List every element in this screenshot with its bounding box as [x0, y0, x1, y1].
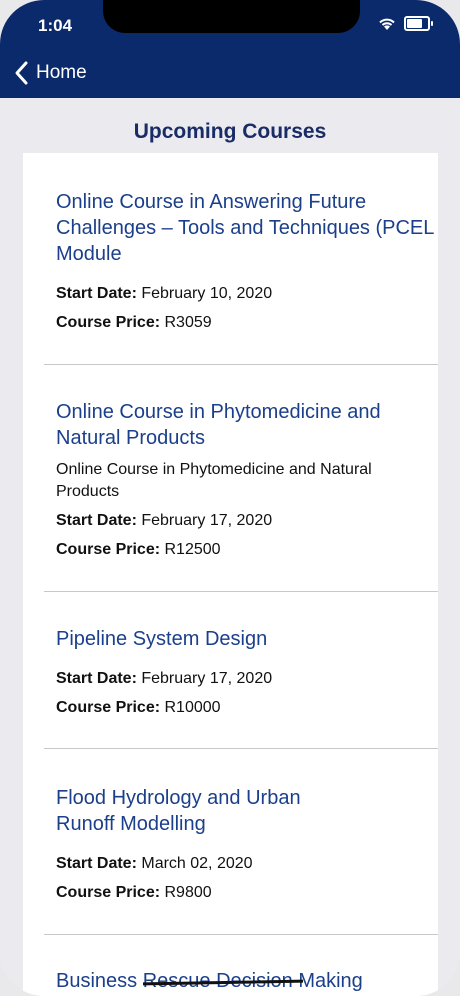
device-notch [103, 0, 360, 33]
course-list: Online Course in Answering Future Challe… [23, 153, 438, 996]
divider [44, 591, 438, 592]
course-price: Course Price: R10000 [56, 699, 221, 716]
course-price: Course Price: R3059 [56, 314, 212, 331]
course-price: Course Price: R9800 [56, 884, 212, 901]
course-item[interactable]: Flood Hydrology and Urban Runoff Modelli… [23, 785, 438, 907]
course-title[interactable]: Flood Hydrology and Urban Runoff Modelli… [56, 785, 356, 837]
app-screen: 1:04 Home Upcoming Courses Online Course… [0, 0, 460, 996]
back-button[interactable]: Home [12, 60, 87, 86]
wifi-icon [379, 18, 395, 30]
battery-icon [404, 16, 433, 31]
navigation-bar: 1:04 Home [0, 0, 460, 98]
course-price: Course Price: R12500 [56, 541, 221, 558]
course-title[interactable]: Online Course in Answering Future Challe… [56, 189, 438, 267]
status-icons [378, 16, 433, 31]
divider [44, 934, 438, 935]
course-item[interactable]: Pipeline System Design Start Date: Febru… [23, 626, 438, 722]
course-description: Online Course in Phytomedicine and Natur… [56, 461, 372, 500]
course-start-date: Start Date: March 02, 2020 [56, 855, 253, 872]
course-item[interactable]: Online Course in Answering Future Challe… [23, 189, 438, 337]
course-title[interactable]: Pipeline System Design [56, 626, 438, 652]
status-time: 1:04 [38, 16, 73, 35]
course-start-date: Start Date: February 17, 2020 [56, 670, 273, 687]
course-start-date: Start Date: February 17, 2020 [56, 512, 273, 529]
divider [44, 748, 438, 749]
course-start-date: Start Date: February 10, 2020 [56, 285, 273, 302]
page-title: Upcoming Courses [133, 120, 327, 143]
course-item[interactable]: Online Course in Phytomedicine and Natur… [23, 399, 438, 564]
chevron-left-icon [15, 61, 28, 85]
back-label: Home [36, 62, 87, 83]
divider [44, 364, 438, 365]
course-title[interactable]: Online Course in Phytomedicine and Natur… [56, 399, 438, 451]
